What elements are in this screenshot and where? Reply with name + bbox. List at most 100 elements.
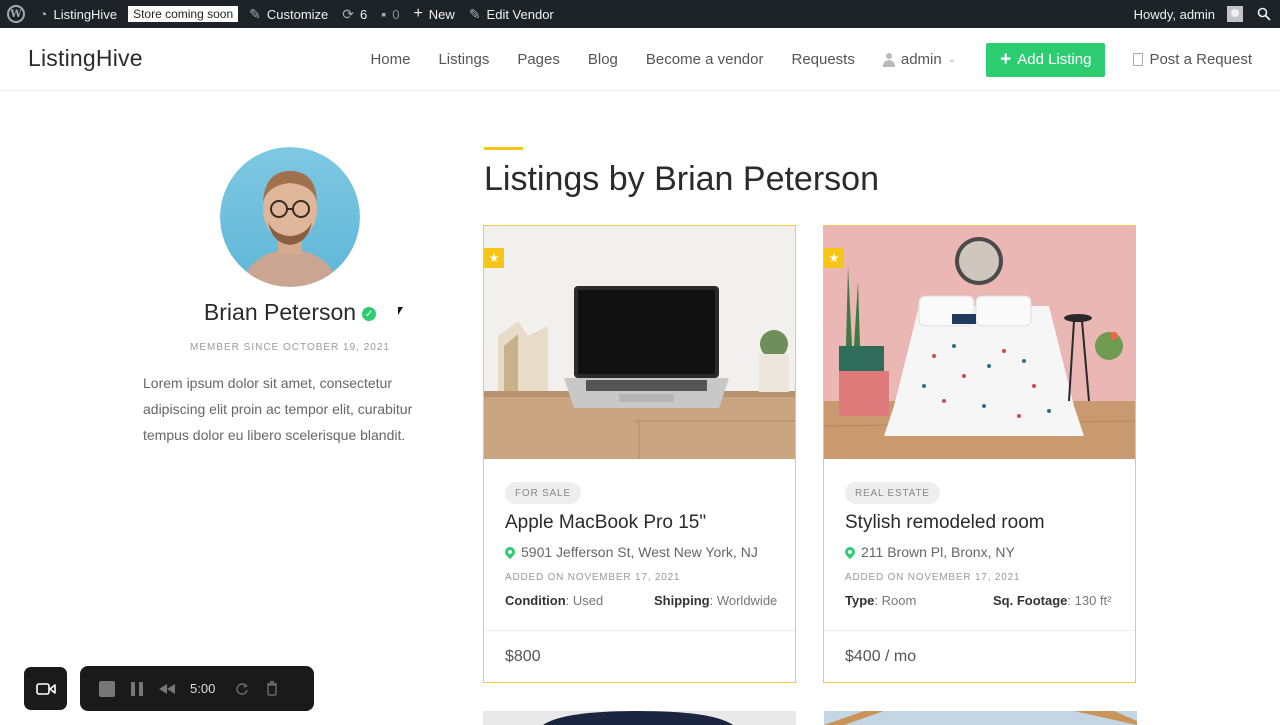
page-title: Listings by Brian Peterson	[484, 160, 879, 198]
post-request-link[interactable]: Post a Request	[1133, 51, 1252, 68]
verified-check-icon: ✓	[362, 307, 377, 321]
vendor-avatar	[220, 147, 360, 287]
listing-location: 5901 Jefferson St, West New York, NJ	[502, 544, 758, 560]
nav-pages[interactable]: Pages	[517, 51, 560, 68]
nav-user-label: admin	[900, 51, 942, 68]
listing-card-partial[interactable]	[483, 711, 796, 725]
listing-title[interactable]: Apple MacBook Pro 15"	[505, 512, 706, 534]
admin-avatar	[1227, 6, 1243, 22]
add-listing-button[interactable]: + Add Listing	[986, 42, 1106, 77]
user-icon	[882, 52, 895, 67]
listing-attribute: Condition: Used	[505, 593, 603, 608]
pause-button[interactable]	[122, 674, 152, 704]
category-badge[interactable]: FOR SALE	[505, 482, 581, 504]
nav-listings[interactable]: Listings	[438, 51, 489, 68]
listing-card[interactable]: ★ FOR SALE Apple MacBook Pro 15" 5901 Je…	[483, 225, 796, 683]
listing-price: $800	[505, 648, 541, 665]
new-content-menu[interactable]: + New	[406, 0, 461, 28]
edit-vendor-link[interactable]: ✎ Edit Vendor	[462, 0, 561, 28]
listing-added-date: ADDED ON NOVEMBER 17, 2021	[505, 572, 681, 583]
restart-button[interactable]	[227, 674, 257, 704]
site-logo[interactable]: ListingHive	[28, 45, 143, 72]
title-accent-line	[484, 147, 523, 150]
attribute-label: Shipping	[654, 593, 710, 608]
listing-image-laptop[interactable]	[484, 226, 795, 459]
updates-count: 6	[360, 6, 368, 22]
attribute-label: Sq. Footage	[993, 593, 1068, 608]
featured-star-icon: ★	[824, 248, 844, 268]
updates-link[interactable]: ⟳ 6	[335, 0, 374, 28]
location-pin-icon	[502, 544, 518, 560]
stop-recording-button[interactable]	[92, 674, 122, 704]
vendor-profile: Brian Peterson ✓ MEMBER SINCE OCTOBER 19…	[143, 147, 437, 448]
video-camera-icon	[35, 682, 56, 695]
nav-user-menu[interactable]: admin ⌄	[882, 51, 957, 68]
updates-icon: ⟳	[342, 5, 355, 22]
search-icon	[1257, 7, 1271, 21]
store-coming-soon-badge[interactable]: Store coming soon	[128, 6, 239, 22]
customize-link[interactable]: ✎ Customize	[242, 0, 335, 28]
listing-image-partial	[483, 711, 796, 725]
recording-controls: 5:00	[80, 666, 314, 711]
attribute-label: Condition	[505, 593, 566, 608]
listing-price: $400 / mo	[845, 648, 917, 665]
brush-icon: ✎	[249, 5, 261, 22]
nav-blog[interactable]: Blog	[588, 51, 618, 68]
listing-attribute: Shipping: Worldwide	[654, 593, 777, 608]
chevron-down-icon: ⌄	[947, 54, 957, 65]
my-account-menu[interactable]: Howdy, admin	[1127, 0, 1250, 28]
attribute-value: : Used	[565, 593, 604, 608]
add-listing-label: Add Listing	[1017, 51, 1092, 68]
rewind-icon	[159, 683, 175, 694]
category-badge[interactable]: REAL ESTATE	[845, 482, 940, 504]
admin-search[interactable]	[1250, 0, 1280, 28]
comments-link[interactable]: ▪ 0	[374, 0, 406, 28]
listing-image-bedroom[interactable]	[824, 226, 1135, 459]
listing-added-date: ADDED ON NOVEMBER 17, 2021	[845, 572, 1021, 583]
location-pin-icon	[842, 544, 858, 560]
vendor-bio: Lorem ipsum dolor sit amet, consectetur …	[143, 375, 413, 443]
listing-title[interactable]: Stylish remodeled room	[845, 512, 1045, 534]
customize-label: Customize	[266, 6, 329, 22]
comment-icon: ▪	[381, 6, 387, 22]
pause-icon	[131, 681, 143, 696]
listing-image-partial	[824, 711, 1137, 725]
recording-timer: 5:00	[190, 681, 216, 696]
dashboard-icon: ◔	[39, 6, 48, 22]
wp-logo-menu[interactable]: W	[0, 0, 32, 28]
listing-location: 211 Brown Pl, Bronx, NY	[842, 544, 1015, 560]
listing-card[interactable]: ★ REAL ESTATE Stylish remodeled room 211…	[823, 225, 1136, 683]
wordpress-icon: W	[7, 5, 25, 23]
nav-requests[interactable]: Requests	[791, 51, 854, 68]
delete-recording-button[interactable]	[257, 674, 287, 704]
camera-toggle-button[interactable]	[24, 667, 67, 710]
attribute-value: : Room	[874, 593, 917, 608]
new-label: New	[428, 6, 455, 22]
plus-icon: +	[1000, 49, 1012, 70]
admin-bar: W ◔ ListingHive Store coming soon ✎ Cust…	[0, 0, 1280, 28]
site-name-menu[interactable]: ◔ ListingHive	[32, 0, 124, 28]
plus-icon: +	[413, 5, 423, 22]
featured-star-icon: ★	[484, 248, 504, 268]
listing-attribute: Sq. Footage: 130 ft²	[993, 593, 1111, 608]
stop-icon	[99, 680, 115, 697]
howdy-label: Howdy, admin	[1133, 6, 1215, 22]
pencil-icon: ✎	[468, 5, 481, 22]
listing-card-partial[interactable]	[824, 711, 1137, 725]
nav-home[interactable]: Home	[370, 51, 410, 68]
trash-icon	[267, 681, 278, 696]
vendor-name-row: Brian Peterson ✓	[143, 299, 437, 326]
document-icon	[1133, 53, 1144, 66]
location-text: 211 Brown Pl, Bronx, NY	[861, 544, 1015, 560]
site-name-label: ListingHive	[53, 6, 118, 22]
rewind-button[interactable]	[152, 674, 182, 704]
attribute-label: Type	[845, 593, 875, 608]
nav-become-vendor[interactable]: Become a vendor	[646, 51, 764, 68]
card-divider	[484, 630, 795, 631]
post-request-label: Post a Request	[1149, 51, 1252, 68]
card-divider	[824, 630, 1135, 631]
vendor-name: Brian Peterson	[203, 299, 357, 325]
attribute-value: : Worldwide	[709, 593, 778, 608]
listing-attribute: Type: Room	[845, 593, 916, 608]
attribute-value: : 130 ft²	[1067, 593, 1112, 608]
